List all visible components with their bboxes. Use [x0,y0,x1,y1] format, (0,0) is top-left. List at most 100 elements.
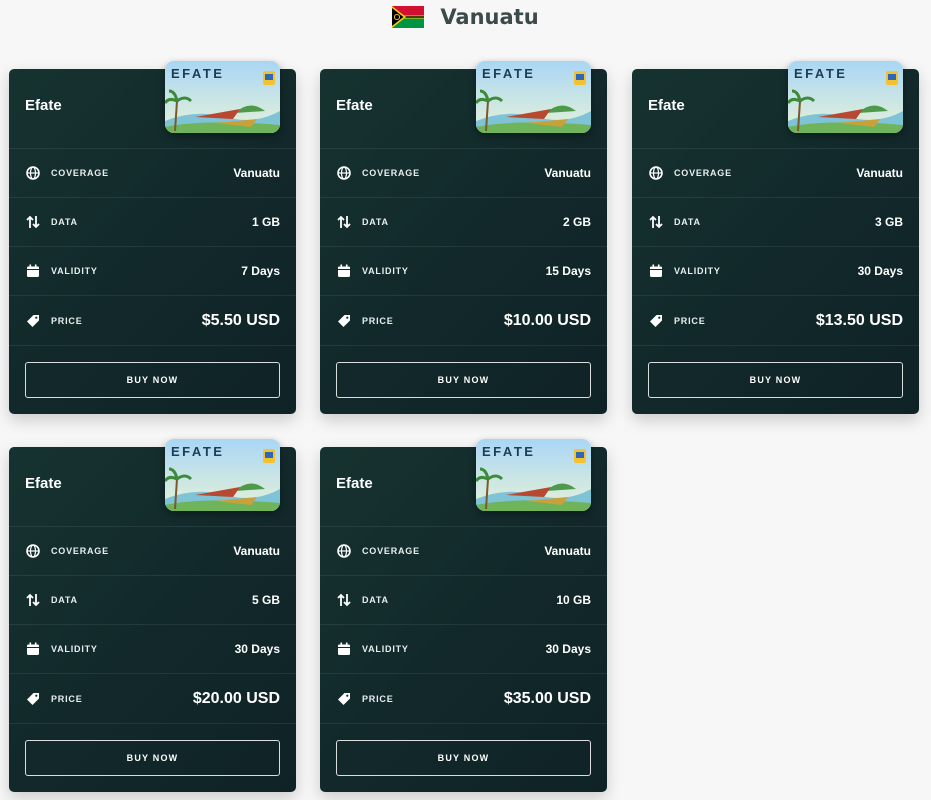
validity-row: VALIDITY 30 Days [320,625,607,674]
calendar-icon [648,263,664,279]
globe-icon [336,165,352,181]
price-row: PRICE $20.00 USD [9,674,296,724]
plan-image: EFATE [476,439,591,511]
buy-now-button[interactable]: BUY NOW [648,362,903,398]
plan-image: EFATE [165,439,280,511]
plan-image-text: EFATE [482,66,536,81]
calendar-icon [336,641,352,657]
data-value: 10 GB [556,593,591,607]
price-tag-icon [25,313,41,329]
price-value: $10.00 USD [503,311,591,329]
price-row: PRICE $10.00 USD [320,296,607,346]
validity-label: VALIDITY [51,266,98,276]
coverage-row: COVERAGE Vanuatu [632,149,919,198]
validity-value: 7 Days [241,264,280,278]
price-tag-icon [25,691,41,707]
data-label: DATA [362,217,389,227]
price-row: PRICE $35.00 USD [320,674,607,724]
price-value: $5.50 USD [201,311,280,329]
calendar-icon [25,641,41,657]
calendar-icon [336,263,352,279]
validity-row: VALIDITY 30 Days [9,625,296,674]
plan-image: EFATE [476,61,591,133]
validity-label: VALIDITY [362,266,409,276]
validity-value: 30 Days [857,264,903,278]
data-row: DATA 5 GB [9,576,296,625]
buy-now-button[interactable]: BUY NOW [336,740,591,776]
coverage-row: COVERAGE Vanuatu [9,527,296,576]
data-value: 2 GB [562,215,591,229]
plan-name: Efate [25,97,62,114]
buy-now-button[interactable]: BUY NOW [25,362,280,398]
data-value: 1 GB [251,215,280,229]
plan-card: Efate EFATE COVE [9,439,296,792]
globe-icon [336,543,352,559]
price-label: PRICE [362,693,394,704]
plan-name: Efate [336,97,373,114]
price-label: PRICE [674,315,706,326]
data-label: DATA [674,217,701,227]
coverage-value: Vanuatu [544,166,591,180]
globe-icon [25,165,41,181]
arrows-up-down-icon [648,214,664,230]
coverage-value: Vanuatu [233,166,280,180]
data-value: 3 GB [874,215,903,229]
coverage-row: COVERAGE Vanuatu [9,149,296,198]
validity-value: 30 Days [234,642,280,656]
plan-image: EFATE [788,61,903,133]
plan-card: Efate EFATE COVE [9,61,296,414]
data-label: DATA [362,595,389,605]
price-value: $35.00 USD [503,689,591,707]
globe-icon [648,165,664,181]
data-label: DATA [51,595,78,605]
validity-label: VALIDITY [362,644,409,654]
coverage-value: Vanuatu [233,544,280,558]
plan-name: Efate [25,475,62,492]
validity-value: 30 Days [545,642,591,656]
coverage-label: COVERAGE [51,546,109,556]
globe-icon [25,543,41,559]
coverage-row: COVERAGE Vanuatu [320,149,607,198]
coverage-label: COVERAGE [674,168,732,178]
arrows-up-down-icon [336,592,352,608]
data-row: DATA 2 GB [320,198,607,247]
vanuatu-flag-icon [392,6,425,28]
plan-image-text: EFATE [482,444,536,459]
coverage-label: COVERAGE [362,168,420,178]
validity-label: VALIDITY [51,644,98,654]
price-row: PRICE $13.50 USD [632,296,919,346]
plan-card: Efate EFATE COVE [320,61,607,414]
validity-row: VALIDITY 30 Days [632,247,919,296]
data-label: DATA [51,217,78,227]
data-row: DATA 10 GB [320,576,607,625]
validity-row: VALIDITY 7 Days [9,247,296,296]
arrows-up-down-icon [25,592,41,608]
price-value: $13.50 USD [815,311,903,329]
coverage-value: Vanuatu [856,166,903,180]
data-row: DATA 1 GB [9,198,296,247]
price-label: PRICE [362,315,394,326]
plan-card: Efate EFATE COVE [320,439,607,792]
buy-now-button[interactable]: BUY NOW [336,362,591,398]
buy-now-button[interactable]: BUY NOW [25,740,280,776]
plan-image-text: EFATE [794,66,848,81]
data-row: DATA 3 GB [632,198,919,247]
page-header: Vanuatu [0,0,931,34]
coverage-value: Vanuatu [544,544,591,558]
calendar-icon [25,263,41,279]
plan-image-text: EFATE [171,444,225,459]
page-title: Vanuatu [440,5,539,29]
arrows-up-down-icon [336,214,352,230]
validity-row: VALIDITY 15 Days [320,247,607,296]
validity-value: 15 Days [545,264,591,278]
plan-image-text: EFATE [171,66,225,81]
plan-card: Efate EFATE COVE [632,61,919,414]
arrows-up-down-icon [25,214,41,230]
price-label: PRICE [51,315,83,326]
coverage-row: COVERAGE Vanuatu [320,527,607,576]
price-tag-icon [336,313,352,329]
validity-label: VALIDITY [674,266,721,276]
price-tag-icon [648,313,664,329]
plan-image: EFATE [165,61,280,133]
price-label: PRICE [51,693,83,704]
